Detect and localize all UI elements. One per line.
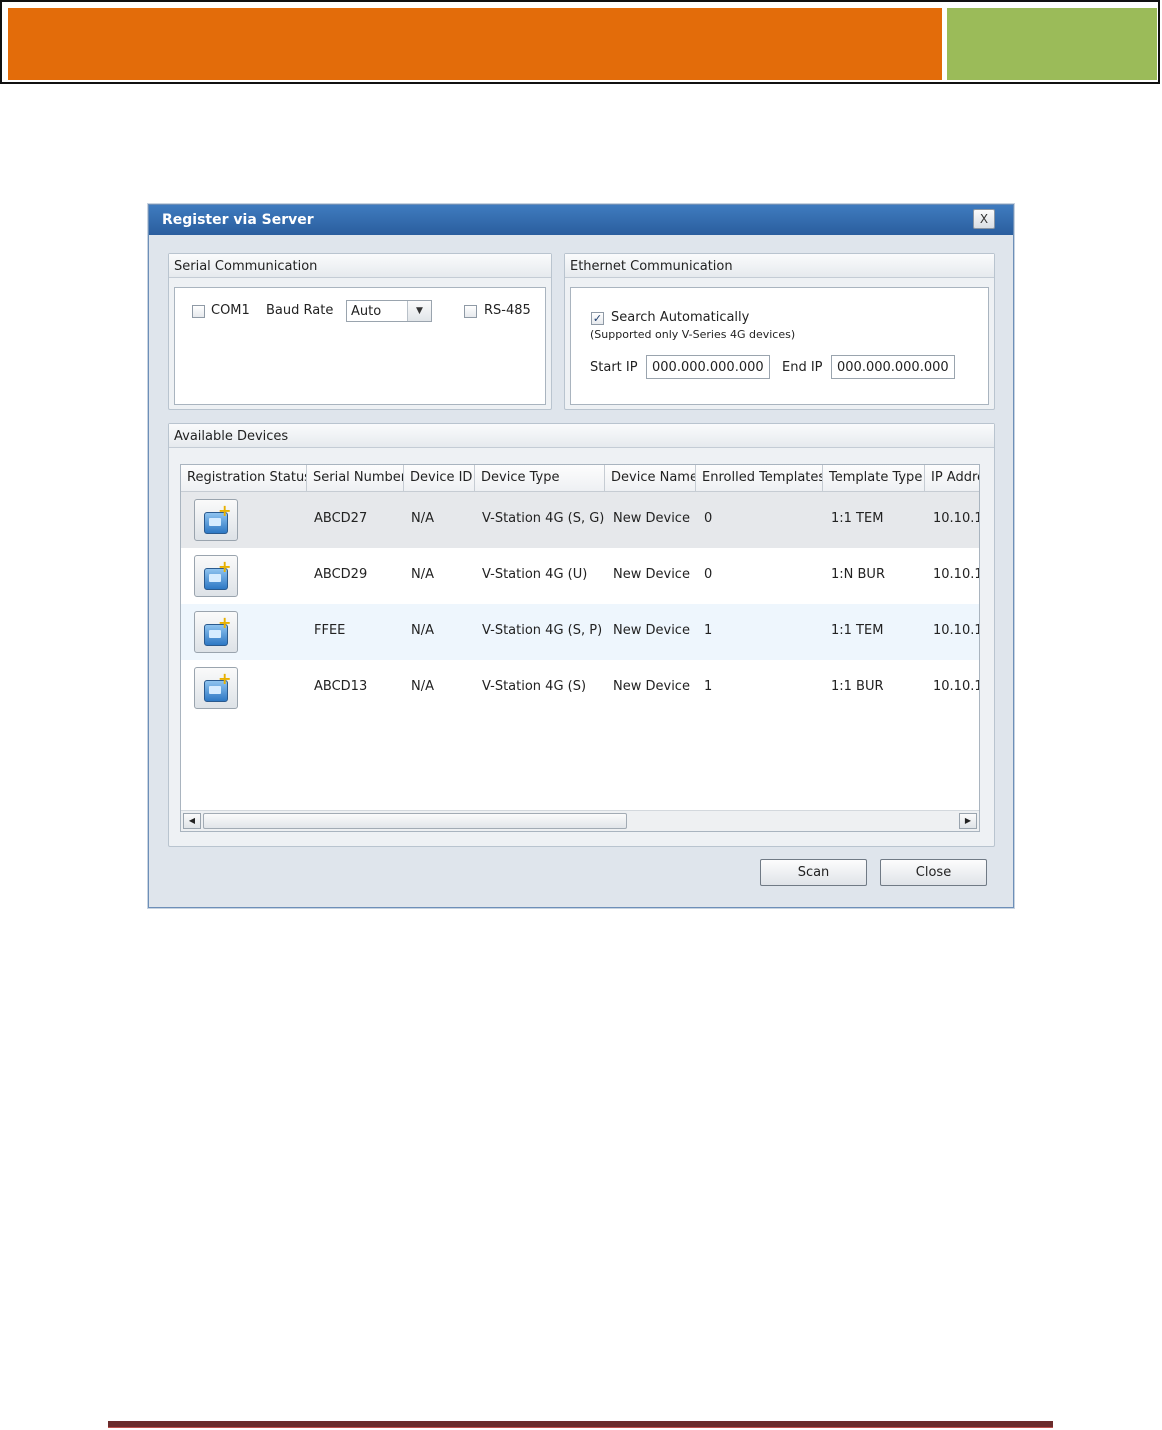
device-id-cell: N/A (411, 567, 434, 582)
end-ip-label: End IP (782, 360, 823, 375)
enrolled-templates-cell: 1 (704, 623, 713, 638)
page-header-banner (0, 0, 1160, 84)
enrolled-templates-cell: 0 (704, 567, 713, 582)
baud-rate-value: Auto (351, 304, 382, 319)
start-ip-label: Start IP (590, 360, 638, 375)
column-header[interactable]: Enrolled Templates (696, 465, 823, 491)
column-header[interactable]: IP Addre (925, 465, 979, 491)
device-name-cell: New Device (613, 623, 690, 638)
serial-number-cell: ABCD27 (314, 511, 368, 526)
ethernet-communication-group: Ethernet Communication ✓ Search Automati… (564, 253, 995, 410)
scrollbar-thumb[interactable] (203, 813, 627, 829)
rs485-checkbox[interactable] (464, 305, 477, 318)
serial-number-cell: ABCD29 (314, 567, 368, 582)
device-name-cell: New Device (613, 511, 690, 526)
device-add-icon[interactable]: + (194, 667, 238, 709)
register-via-server-dialog: Register via Server X Serial Communicati… (148, 204, 1014, 908)
devices-table: Registration Status Serial Number Device… (180, 464, 980, 832)
baud-rate-label: Baud Rate (266, 303, 334, 318)
ethernet-communication-header: Ethernet Communication (565, 254, 994, 278)
table-header: Registration Status Serial Number Device… (181, 465, 979, 492)
end-ip-input[interactable] (831, 355, 955, 379)
baud-rate-select[interactable]: Auto ▼ (346, 300, 432, 322)
column-header[interactable]: Device Name (605, 465, 696, 491)
device-add-icon[interactable]: + (194, 611, 238, 653)
device-name-cell: New Device (613, 679, 690, 694)
column-header[interactable]: Template Type (823, 465, 925, 491)
device-add-icon[interactable]: + (194, 555, 238, 597)
template-type-cell: 1:N BUR (831, 567, 885, 582)
close-button[interactable]: Close (880, 859, 987, 886)
device-type-cell: V-Station 4G (S, P) (482, 623, 603, 638)
ethernet-communication-panel: ✓ Search Automatically (Supported only V… (570, 287, 989, 405)
serial-communication-group: Serial Communication COM1 Baud Rate Auto… (168, 253, 552, 410)
column-header[interactable]: Registration Status (181, 465, 307, 491)
template-type-cell: 1:1 TEM (831, 623, 884, 638)
banner-orange-block (8, 8, 942, 80)
scan-button[interactable]: Scan (760, 859, 867, 886)
enrolled-templates-cell: 0 (704, 511, 713, 526)
table-row[interactable]: + ABCD13 N/A V-Station 4G (S) New Device… (181, 660, 979, 716)
rs485-label: RS-485 (484, 303, 531, 318)
dialog-title: Register via Server (162, 212, 314, 228)
serial-communication-header: Serial Communication (169, 254, 551, 278)
chevron-down-icon[interactable]: ▼ (407, 301, 431, 321)
serial-communication-panel: COM1 Baud Rate Auto ▼ RS-485 (174, 287, 546, 405)
serial-number-cell: ABCD13 (314, 679, 368, 694)
device-add-icon[interactable]: + (194, 499, 238, 541)
banner-green-block (947, 8, 1157, 80)
close-icon[interactable]: X (973, 209, 995, 229)
column-header[interactable]: Device ID (404, 465, 475, 491)
template-type-cell: 1:1 TEM (831, 511, 884, 526)
ip-address-cell: 10.10.1. (933, 511, 979, 526)
available-devices-group: Available Devices Registration Status Se… (168, 423, 995, 847)
device-name-cell: New Device (613, 567, 690, 582)
device-type-cell: V-Station 4G (S) (482, 679, 587, 694)
start-ip-input[interactable] (646, 355, 770, 379)
ip-address-cell: 10.10.1. (933, 567, 979, 582)
search-automatically-checkbox[interactable]: ✓ (591, 312, 604, 325)
com1-checkbox[interactable] (192, 305, 205, 318)
device-id-cell: N/A (411, 679, 434, 694)
com1-label: COM1 (211, 303, 250, 318)
device-id-cell: N/A (411, 623, 434, 638)
ip-address-cell: 10.10.1. (933, 623, 979, 638)
table-row[interactable]: + FFEE N/A V-Station 4G (S, P) New Devic… (181, 604, 979, 660)
ip-address-cell: 10.10.1. (933, 679, 979, 694)
available-devices-header: Available Devices (169, 424, 994, 448)
column-header[interactable]: Device Type (475, 465, 605, 491)
serial-number-cell: FFEE (314, 623, 346, 638)
horizontal-scrollbar[interactable]: ◀ ▶ (181, 810, 979, 831)
arrow-left-icon[interactable]: ◀ (183, 813, 201, 829)
footer-rule (108, 1421, 1053, 1428)
enrolled-templates-cell: 1 (704, 679, 713, 694)
arrow-right-icon[interactable]: ▶ (959, 813, 977, 829)
dialog-titlebar: Register via Server X (149, 205, 1013, 235)
device-type-cell: V-Station 4G (S, G) (482, 511, 605, 526)
table-row[interactable]: + ABCD27 N/A V-Station 4G (S, G) New Dev… (181, 492, 979, 548)
search-automatically-label: Search Automatically (611, 310, 750, 325)
table-row[interactable]: + ABCD29 N/A V-Station 4G (U) New Device… (181, 548, 979, 604)
search-note: (Supported only V-Series 4G devices) (590, 328, 796, 341)
template-type-cell: 1:1 BUR (831, 679, 884, 694)
column-header[interactable]: Serial Number (307, 465, 404, 491)
device-id-cell: N/A (411, 511, 434, 526)
device-type-cell: V-Station 4G (U) (482, 567, 588, 582)
